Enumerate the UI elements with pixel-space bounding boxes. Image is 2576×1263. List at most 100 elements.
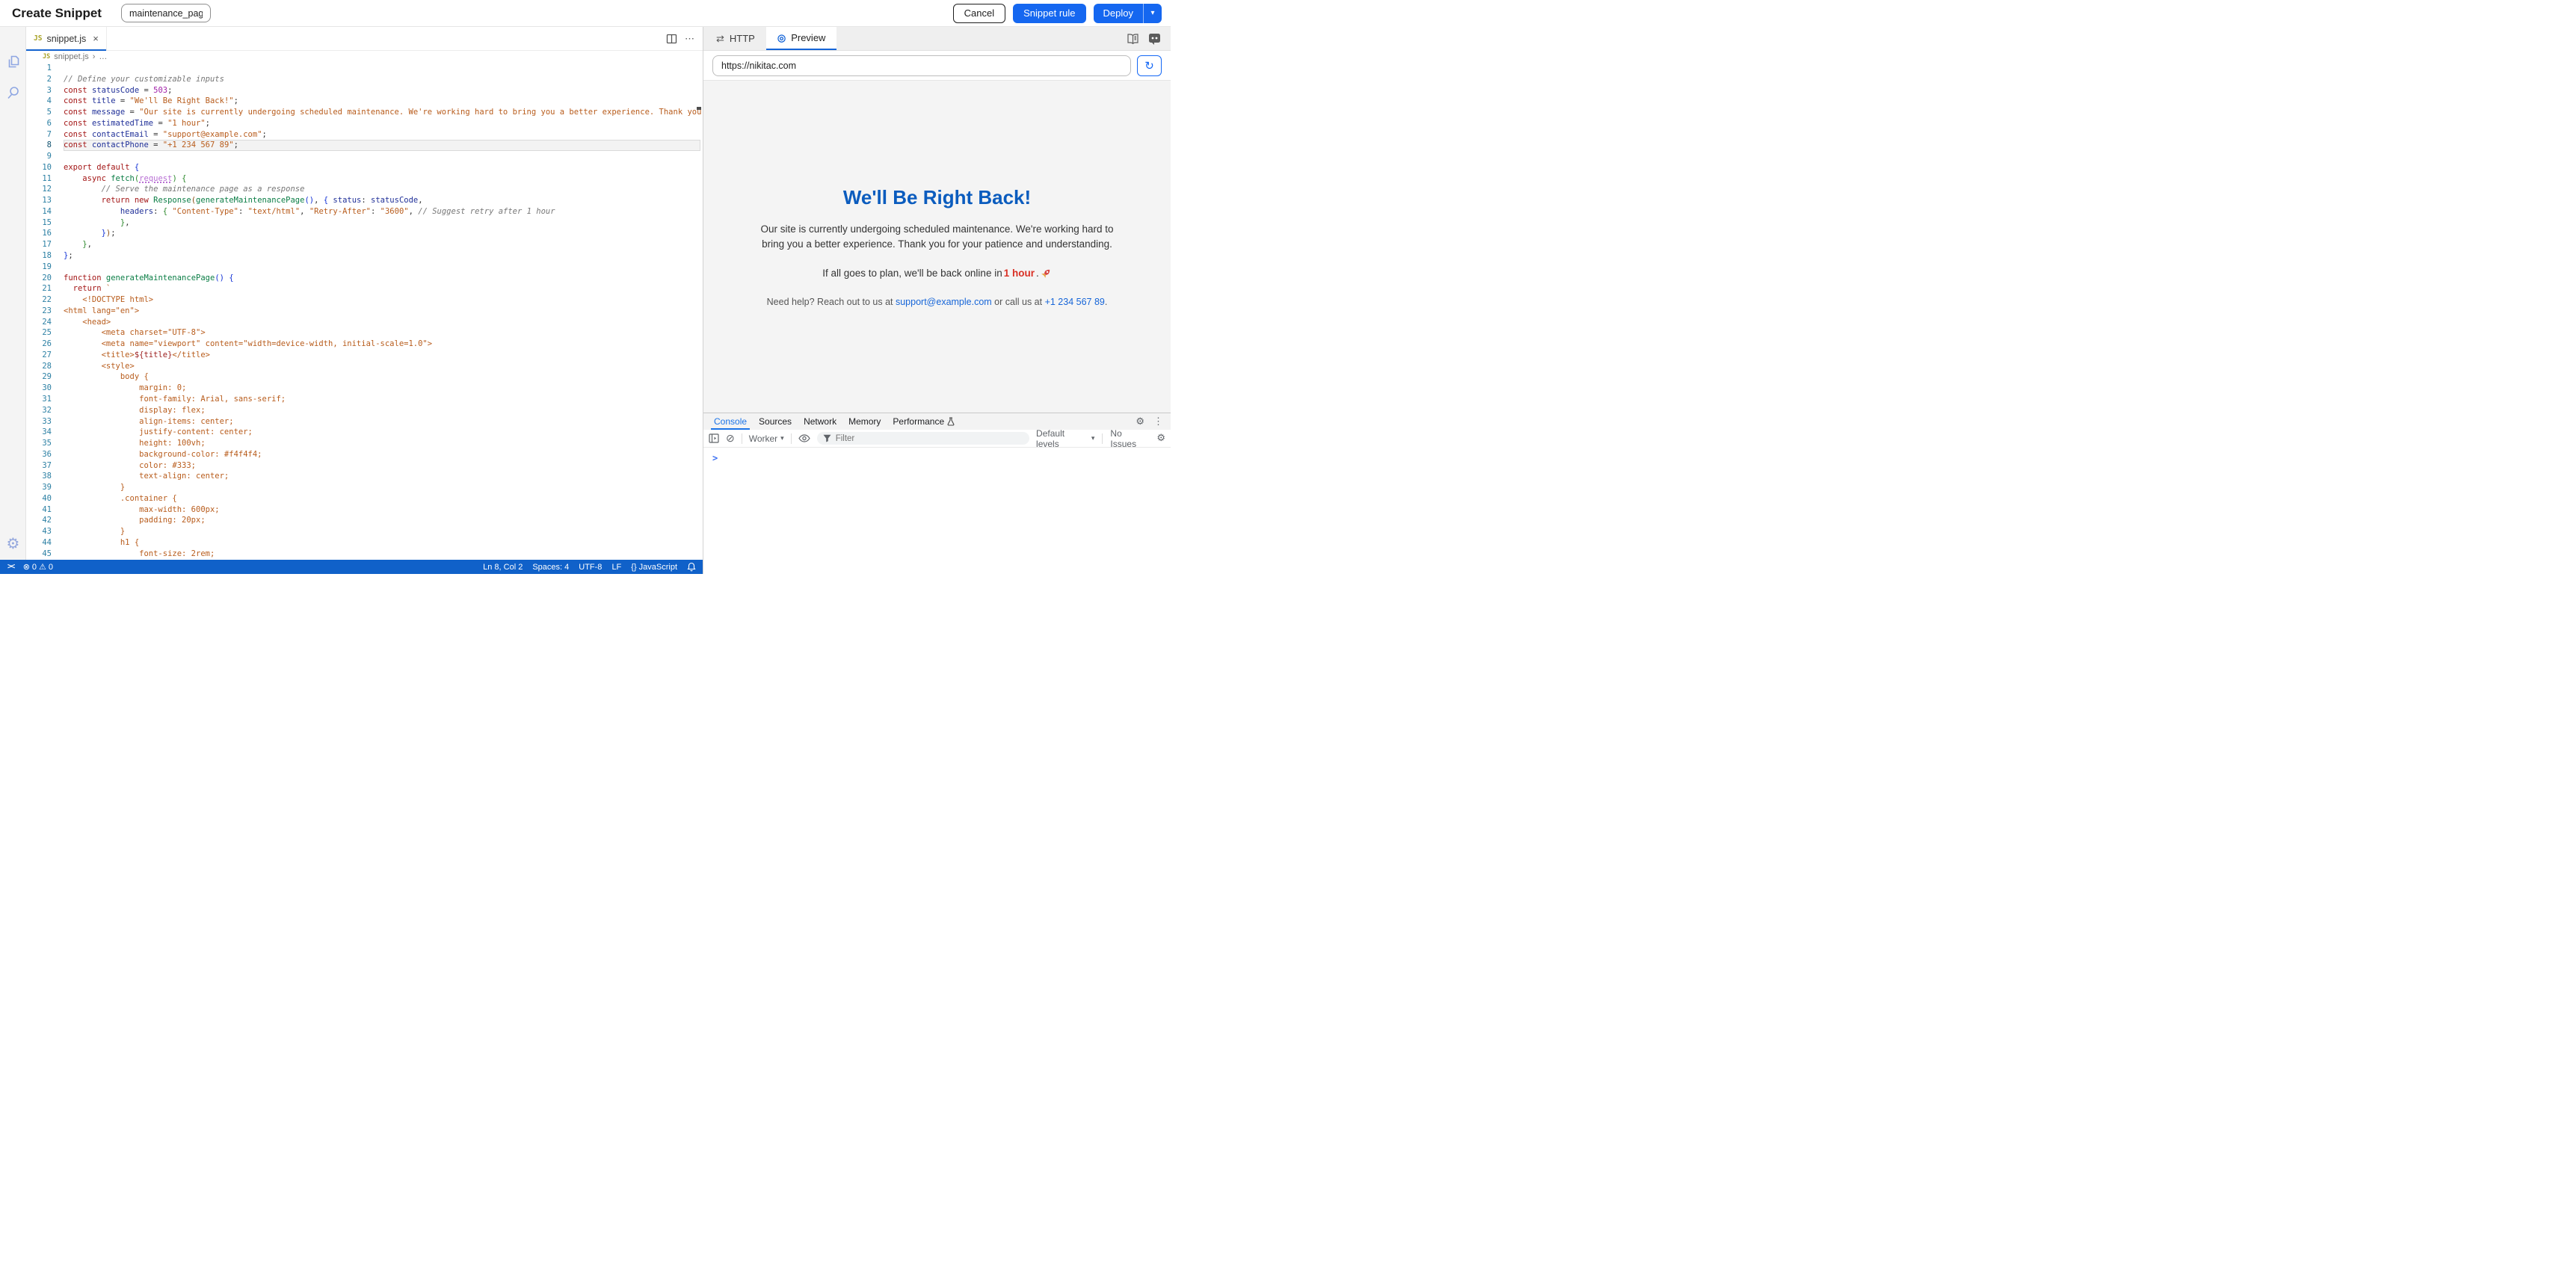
console-settings-gear-icon[interactable]: ⚙ — [1156, 433, 1165, 444]
live-expression-eye-icon[interactable] — [798, 434, 810, 442]
refresh-button[interactable]: ↻ — [1137, 55, 1162, 76]
code-line[interactable]: 19 — [26, 262, 703, 273]
code-line[interactable]: 9 — [26, 151, 703, 162]
code-line[interactable]: 36 background-color: #f4f4f4; — [26, 449, 703, 460]
breadcrumb[interactable]: JS snippet.js › … — [26, 51, 703, 63]
code-line[interactable]: 22 <!DOCTYPE html> — [26, 294, 703, 306]
code-line[interactable]: 45 font-size: 2rem; — [26, 549, 703, 560]
docs-book-icon[interactable] — [1127, 33, 1139, 45]
code-text: margin: 0; — [64, 383, 186, 394]
tab-http[interactable]: ⇄ HTTP — [705, 27, 766, 50]
cancel-button[interactable]: Cancel — [953, 4, 1005, 23]
settings-gear-icon[interactable]: ⚙ — [0, 534, 26, 552]
tab-preview[interactable]: ◎ Preview — [766, 27, 837, 50]
code-line[interactable]: 40 .container { — [26, 493, 703, 504]
code-text: text-align: center; — [64, 471, 229, 482]
deploy-button[interactable]: Deploy — [1094, 4, 1143, 23]
cursor-position[interactable]: Ln 8, Col 2 — [483, 563, 523, 572]
overview-ruler-mark — [697, 107, 701, 110]
issues-counter[interactable]: No Issues — [1110, 428, 1149, 449]
tab-snippet-js[interactable]: JS snippet.js × — [26, 27, 107, 50]
code-line[interactable]: 7const contactEmail = "support@example.c… — [26, 129, 703, 140]
console-tab-memory[interactable]: Memory — [842, 413, 887, 430]
code-line[interactable]: 31 font-family: Arial, sans-serif; — [26, 394, 703, 405]
code-line[interactable]: 17 }, — [26, 239, 703, 250]
code-line[interactable]: 21 return ` — [26, 283, 703, 294]
indentation-setting[interactable]: Spaces: 4 — [532, 563, 569, 572]
code-line[interactable]: 37 color: #333; — [26, 460, 703, 472]
code-line[interactable]: 28 <style> — [26, 361, 703, 372]
code-line[interactable]: 4const title = "We'll Be Right Back!"; — [26, 96, 703, 107]
code-line[interactable]: 42 padding: 20px; — [26, 515, 703, 526]
deploy-dropdown-button[interactable]: ▾ — [1143, 4, 1162, 23]
code-line[interactable]: 20function generateMaintenancePage() { — [26, 273, 703, 284]
code-line[interactable]: 2// Define your customizable inputs — [26, 74, 703, 85]
code-line[interactable]: 11 async fetch(request) { — [26, 173, 703, 185]
code-line[interactable]: 32 display: flex; — [26, 405, 703, 416]
search-icon[interactable] — [0, 85, 26, 100]
code-line[interactable]: 12 // Serve the maintenance page as a re… — [26, 184, 703, 195]
console-tab-console[interactable]: Console — [708, 413, 753, 430]
console-prompt-chevron[interactable]: > — [703, 448, 1171, 463]
maintenance-message: Our site is currently undergoing schedul… — [758, 222, 1117, 252]
language-mode[interactable]: {} JavaScript — [631, 563, 677, 572]
preview-url-input[interactable] — [712, 55, 1131, 76]
code-line[interactable]: 38 text-align: center; — [26, 471, 703, 482]
code-line[interactable]: 14 headers: { "Content-Type": "text/html… — [26, 206, 703, 217]
encoding-setting[interactable]: UTF-8 — [579, 563, 602, 572]
warning-icon: ⚠ — [39, 562, 46, 572]
code-line[interactable]: 29 body { — [26, 371, 703, 383]
close-tab-icon[interactable]: × — [93, 33, 99, 44]
code-line[interactable]: 33 align-items: center; — [26, 416, 703, 427]
activity-bar: ⚙ — [0, 27, 26, 560]
context-selector[interactable]: Worker ▾ — [749, 433, 784, 444]
console-sidebar-toggle-icon[interactable] — [709, 433, 719, 443]
code-line[interactable]: 44 h1 { — [26, 537, 703, 549]
code-text: <style> — [64, 361, 135, 372]
code-line[interactable]: 16 }); — [26, 228, 703, 239]
code-line[interactable]: 30 margin: 0; — [26, 383, 703, 394]
devtools-kebab-menu-icon[interactable]: ⋮ — [1153, 416, 1163, 427]
code-line[interactable]: 13 return new Response(generateMaintenan… — [26, 195, 703, 206]
console-output[interactable]: > — [703, 448, 1171, 574]
code-line[interactable]: 6const estimatedTime = "1 hour"; — [26, 118, 703, 129]
eol-setting[interactable]: LF — [611, 563, 621, 572]
discord-chat-icon[interactable] — [1148, 33, 1161, 45]
code-line[interactable]: 18}; — [26, 250, 703, 262]
code-line[interactable]: 10export default { — [26, 162, 703, 173]
remote-window-icon[interactable]: >< — [7, 563, 14, 571]
code-line[interactable]: 15 }, — [26, 217, 703, 229]
files-icon[interactable] — [0, 54, 26, 70]
code-line[interactable]: 1 — [26, 63, 703, 74]
problems-indicator[interactable]: ⊗ 0 ⚠ 0 — [23, 562, 53, 572]
code-line[interactable]: 39 } — [26, 482, 703, 493]
snippet-rule-button[interactable]: Snippet rule — [1013, 4, 1085, 23]
code-editor[interactable]: 12// Define your customizable inputs3con… — [26, 63, 703, 560]
code-line[interactable]: 24 <head> — [26, 317, 703, 328]
code-line[interactable]: 8const contactPhone = "+1 234 567 89"; — [26, 140, 703, 151]
code-text: } — [64, 482, 125, 493]
split-editor-icon[interactable] — [666, 34, 677, 44]
devtools-settings-gear-icon[interactable]: ⚙ — [1136, 416, 1144, 427]
notifications-bell-icon[interactable] — [687, 562, 696, 572]
console-tab-performance[interactable]: Performance — [887, 413, 961, 430]
console-tab-network[interactable]: Network — [798, 413, 842, 430]
code-line[interactable]: 43 } — [26, 526, 703, 537]
code-line[interactable]: 35 height: 100vh; — [26, 438, 703, 449]
support-email-link[interactable]: support@example.com — [896, 297, 992, 307]
filter-input[interactable] — [836, 434, 985, 443]
snippet-name-input[interactable] — [121, 4, 211, 22]
code-line[interactable]: 34 justify-content: center; — [26, 427, 703, 438]
code-line[interactable]: 23<html lang="en"> — [26, 306, 703, 317]
code-line[interactable]: 3const statusCode = 503; — [26, 85, 703, 96]
console-tab-sources[interactable]: Sources — [753, 413, 798, 430]
phone-link[interactable]: +1 234 567 89 — [1045, 297, 1105, 307]
code-line[interactable]: 27 <title>${title}</title> — [26, 350, 703, 361]
more-actions-icon[interactable]: ⋯ — [685, 33, 695, 45]
code-line[interactable]: 25 <meta charset="UTF-8"> — [26, 327, 703, 339]
log-levels-dropdown[interactable]: Default levels ▾ — [1036, 428, 1094, 449]
code-line[interactable]: 26 <meta name="viewport" content="width=… — [26, 339, 703, 350]
code-line[interactable]: 5const message = "Our site is currently … — [26, 107, 703, 118]
clear-console-icon[interactable]: ⊘ — [726, 432, 735, 445]
code-line[interactable]: 41 max-width: 600px; — [26, 504, 703, 516]
